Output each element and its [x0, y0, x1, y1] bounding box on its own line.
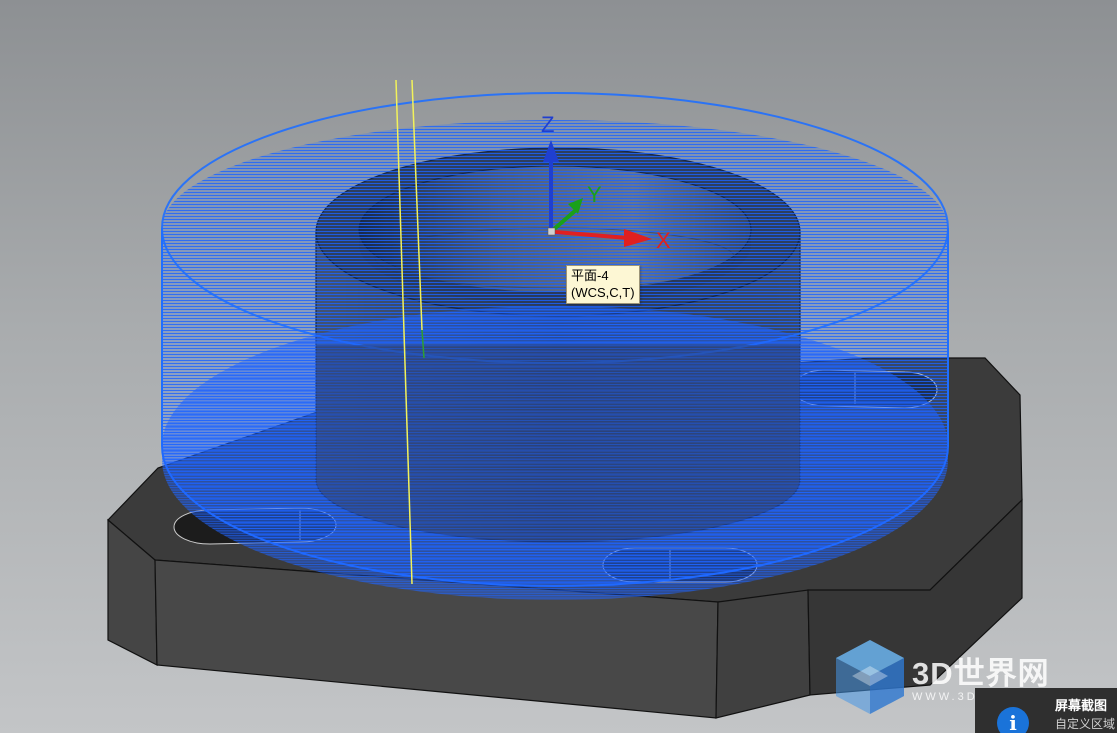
y-axis-label: Y [587, 182, 602, 207]
tooltip-plane-name: 平面-4 [571, 268, 609, 283]
plane-tooltip: 平面-4 (WCS,C,T) [566, 265, 640, 304]
graphics-viewport[interactable]: Z Y X 平面-4 (WCS,C,T) 3D世界网 WWW.3DSJW.COM… [0, 0, 1117, 733]
tooltip-plane-info: (WCS,C,T) [571, 285, 635, 300]
z-axis-label: Z [541, 112, 554, 137]
screenshot-notification[interactable]: i 屏幕截图 自定义区域 [975, 688, 1117, 733]
notification-subtitle: 自定义区域 [1055, 717, 1116, 731]
x-axis-label: X [656, 228, 671, 253]
notification-title: 屏幕截图 [1055, 699, 1108, 714]
3d-scene[interactable]: Z Y X [0, 0, 1117, 733]
info-icon: i [997, 707, 1029, 733]
